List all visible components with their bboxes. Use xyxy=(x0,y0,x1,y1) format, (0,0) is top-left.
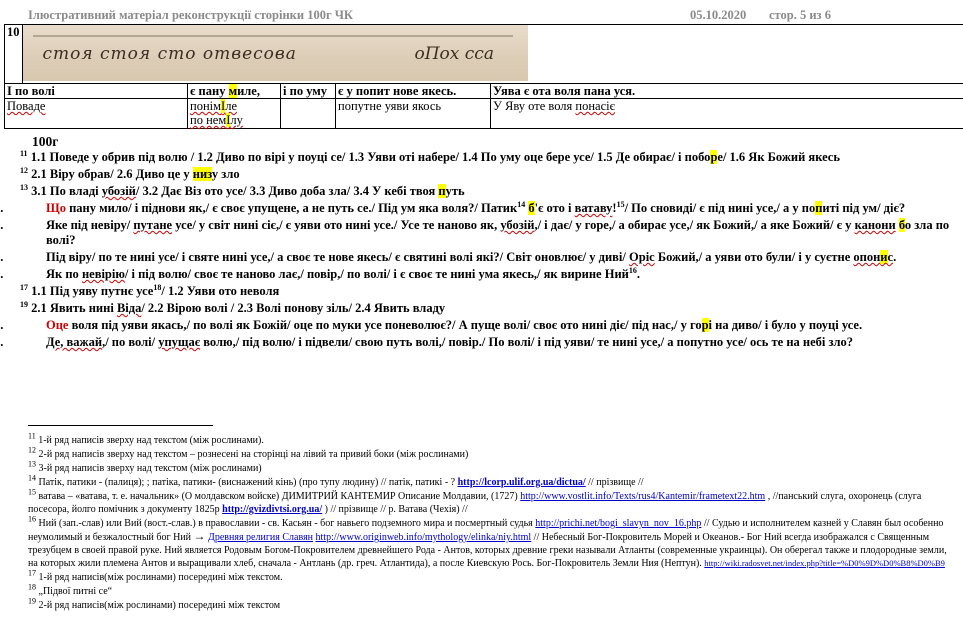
footnote-15: 15 ватава – «ватава, т. е. начальник» (О… xyxy=(28,487,922,515)
verse-3: 3.Під віру/ по те нині усе/ і святе нині… xyxy=(0,250,897,264)
value-cell-2: понімІле по немІлу xyxy=(187,98,282,129)
footnote-16-link-2[interactable]: Древняя религия Славян xyxy=(208,532,313,543)
header-cell-1: І по волі xyxy=(3,83,189,99)
section-title: 100г xyxy=(32,134,59,149)
footnote-16-link-3[interactable]: http://www.originweb.info/mythology/elin… xyxy=(316,532,532,543)
footnote-14: 14 Патік, патики - (палиця); ; патіка, п… xyxy=(28,473,644,488)
manuscript-image: стоя стоя сто отвесова оПох сса xyxy=(22,25,528,81)
footnote-17: 17 1-й ряд написів(між рослинами) посере… xyxy=(28,568,283,583)
footnote-18: 18 „Підвої питні се“ xyxy=(28,582,113,597)
line-17: 17 1.1 Під уяву путнє усе18/ 1.2 Уяви от… xyxy=(20,282,280,298)
line-12: 12 2.1 Віру обрав/ 2.6 Диво це у низу зл… xyxy=(20,165,240,181)
value-cell-1: Поваде xyxy=(3,98,189,129)
footnote-16: 16 Ний (зап.-слав) или Вий (вост.-слав.)… xyxy=(28,514,947,569)
value-cell-4: попутне уяви якось xyxy=(335,98,492,129)
header-date: 05.10.2020 xyxy=(690,8,747,22)
header-page: стор. 5 из 6 xyxy=(769,8,831,22)
verse-6: 6.Де, важай,/ по волі/ упущає волю,/ під… xyxy=(0,335,854,349)
manuscript-cell: стоя стоя сто отвесова оПох сса xyxy=(21,24,963,84)
footnote-16-link[interactable]: http://prichi.net/bogi_slavyn_nov_16.php xyxy=(535,518,701,529)
reconstruction-body: 11 1.1 Поведе у обрив під волю / 1.2 Див… xyxy=(0,148,950,352)
header-cell-3: і по уму xyxy=(280,83,337,99)
line-13: 13 3.1 По владі убозій/ 3.2 Дає Віз ото … xyxy=(20,182,465,198)
verse-1: 1.Що пану мило/ і піднови як,/ є своє уп… xyxy=(0,199,906,215)
reconstruction-table: 10 стоя стоя сто отвесова оПох сса І по … xyxy=(3,24,963,129)
footnote-divider xyxy=(28,425,213,426)
footnote-14-link[interactable]: http://lcorp.ulif.org.ua/dictua/ xyxy=(458,477,586,488)
manuscript-text-1: стоя стоя сто отвесова xyxy=(42,44,297,64)
line-19: 19 2.1 Явить нині Віда/ 2.2 Вірою волі /… xyxy=(20,299,446,315)
verse-5: 5.Оце воля під уяви якась,/ по волі як Б… xyxy=(0,318,863,332)
page-header: Ілюстративний матеріал реконструкції сто… xyxy=(28,8,955,24)
footnote-12: 12 2-й ряд написів зверху над текстом – … xyxy=(28,445,469,460)
header-cell-4: є у попит нове якесь. xyxy=(335,83,492,99)
header-cell-5: Уява є ота воля пана уся. xyxy=(490,83,963,99)
row-number: 10 xyxy=(4,24,23,84)
header-cell-2: є пану миле, xyxy=(187,83,282,99)
value-cell-5: У Яву оте воля понасіє xyxy=(490,98,963,129)
footnote-19: 19 2-й ряд написів(між рослинами) посере… xyxy=(28,596,281,611)
footnote-13: 13 3-й ряд написів зверху над текстом (м… xyxy=(28,459,262,474)
footnote-11: 11 1-й ряд написів зверху над текстом (м… xyxy=(28,431,264,446)
footnote-15-link[interactable]: http://www.vostlit.info/Texts/rus4/Kante… xyxy=(520,491,765,502)
footnote-16-link-4[interactable]: http://wiki.radosvet.net/index.php?title… xyxy=(704,558,945,568)
verse-2: 2.Яке під невіру/ путане усе/ у світ нин… xyxy=(0,218,950,247)
value-cell-3 xyxy=(280,98,337,129)
footnotes: 11 1-й ряд написів зверху над текстом (м… xyxy=(28,431,953,613)
manuscript-upper-line xyxy=(32,25,513,37)
verse-4: 4.Як по невірію/ і під волю/ своє те нан… xyxy=(0,265,640,281)
line-11: 11 1.1 Поведе у обрив під волю / 1.2 Див… xyxy=(20,148,840,164)
header-title: Ілюстративний матеріал реконструкції сто… xyxy=(28,8,353,22)
arrow-icon: → xyxy=(193,529,206,543)
manuscript-text-2: оПох сса xyxy=(414,44,494,64)
footnote-15-link-2[interactable]: http://gvizdivtsi.org.ua/ xyxy=(222,504,322,515)
